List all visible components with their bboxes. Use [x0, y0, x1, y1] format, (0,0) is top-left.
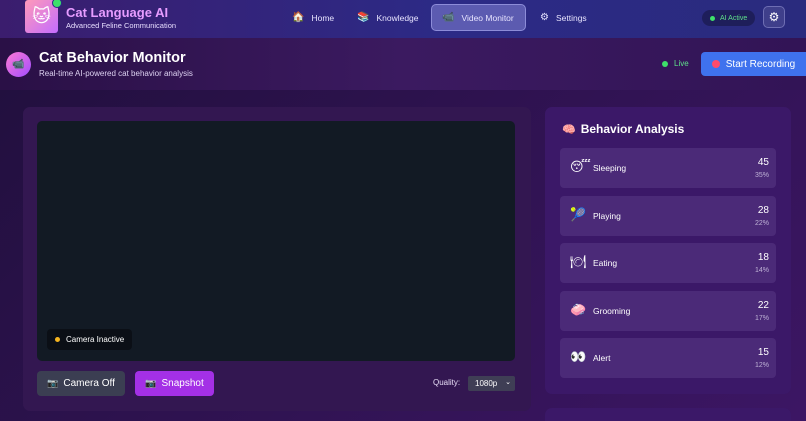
behavior-percent: 22%: [754, 220, 769, 227]
behavior-row-eating[interactable]: 🍽 Eating 18 14%: [560, 243, 776, 283]
gear-icon: ⚙: [768, 10, 780, 24]
behavior-label: Sleeping: [593, 163, 627, 173]
yarn-toy-icon: 🎾: [570, 207, 587, 222]
top-navigation-bar: 🐱 Cat Language AI Advanced Feline Commun…: [0, 0, 806, 38]
video-feed[interactable]: [37, 121, 515, 361]
plate-utensils-icon: 🍽: [570, 254, 587, 269]
behavior-row-sleeping[interactable]: 😴 Sleeping 45 35%: [560, 148, 776, 188]
camera-status-dot: [55, 337, 60, 342]
app-title: Cat Language AI: [66, 5, 169, 20]
snapshot-label: Snapshot: [161, 378, 204, 389]
chevron-down-icon: ⌄: [505, 379, 511, 386]
quality-select[interactable]: 1080p ⌄: [468, 376, 515, 391]
behavior-count: 22: [757, 300, 769, 311]
books-icon: 📚: [357, 12, 370, 23]
behavior-count: 18: [757, 252, 769, 263]
video-camera-icon: 📹: [442, 12, 455, 23]
behavior-count: 45: [757, 157, 769, 168]
behavior-panel-title: 🧠 Behavior Analysis: [562, 122, 684, 136]
behavior-title-text: Behavior Analysis: [580, 122, 685, 136]
secondary-panel: [545, 408, 791, 421]
camera-icon: 📷: [47, 378, 59, 388]
brain-icon: 🧠: [562, 123, 576, 136]
nav-item-knowledge[interactable]: 📚 Knowledge: [347, 4, 429, 31]
camera-toggle-button[interactable]: 📷 Camera Off: [37, 371, 125, 396]
live-label: Live: [674, 59, 689, 68]
online-indicator: [52, 0, 62, 8]
nav-item-label: Home: [311, 12, 335, 23]
nav-item-settings[interactable]: ⚙ Settings: [530, 4, 597, 31]
ai-status-label: AI Active: [720, 14, 748, 22]
nav-item-label: Settings: [555, 12, 587, 23]
behavior-percent: 17%: [754, 315, 769, 322]
cat-face-icon[interactable]: 🐱: [25, 0, 62, 33]
nav-item-home[interactable]: 🏠 Home: [282, 4, 344, 31]
eyes-icon: 👀: [570, 349, 587, 364]
behavior-count: 15: [757, 347, 769, 358]
quality-value: 1080p: [475, 379, 498, 388]
behavior-label: Playing: [593, 211, 621, 221]
house-icon: 🏠: [292, 12, 305, 23]
live-dot: [662, 60, 668, 67]
record-icon: [711, 60, 720, 68]
start-recording-button[interactable]: Start Recording: [701, 52, 806, 76]
sleeping-face-icon: 😴: [570, 159, 591, 174]
snapshot-button[interactable]: 📷 Snapshot: [135, 371, 214, 396]
behavior-row-alert[interactable]: 👀 Alert 15 12%: [560, 338, 776, 378]
behavior-label: Alert: [593, 353, 611, 363]
behavior-label: Eating: [593, 258, 618, 268]
app-subtitle: Advanced Feline Communication: [66, 21, 177, 30]
camera-status-label: Camera Inactive: [66, 335, 125, 344]
ai-status-badge: AI Active: [702, 10, 756, 26]
behavior-label: Grooming: [593, 306, 631, 316]
camera-icon: 📷: [145, 378, 157, 388]
quality-label: Quality:: [433, 378, 461, 387]
page-header: 📹 Cat Behavior Monitor Real-time AI-powe…: [0, 38, 806, 90]
camera-status-badge: Camera Inactive: [47, 329, 133, 350]
page-subtitle: Real-time AI-powered cat behavior analys…: [39, 69, 193, 78]
nav-item-label: Knowledge: [376, 12, 419, 23]
camera-toggle-label: Camera Off: [63, 378, 115, 389]
video-camera-icon: 📹: [6, 52, 31, 77]
live-indicator: Live: [662, 59, 689, 68]
nav-item-label: Video Monitor: [461, 12, 514, 23]
sparkle-bubble-icon: 🧼: [570, 302, 587, 317]
behavior-percent: 14%: [754, 267, 769, 274]
behavior-row-grooming[interactable]: 🧼 Grooming 22 17%: [560, 291, 776, 331]
start-recording-label: Start Recording: [725, 58, 796, 70]
behavior-percent: 35%: [754, 172, 769, 179]
gear-icon: ⚙: [540, 12, 549, 23]
status-dot: [710, 15, 715, 21]
nav-item-video-monitor[interactable]: 📹 Video Monitor: [431, 4, 526, 31]
behavior-count: 28: [757, 205, 769, 216]
settings-gear-button[interactable]: ⚙: [763, 6, 785, 28]
behavior-row-playing[interactable]: 🎾 Playing 28 22%: [560, 196, 776, 236]
page-title: Cat Behavior Monitor: [39, 50, 186, 66]
behavior-percent: 12%: [754, 362, 769, 369]
